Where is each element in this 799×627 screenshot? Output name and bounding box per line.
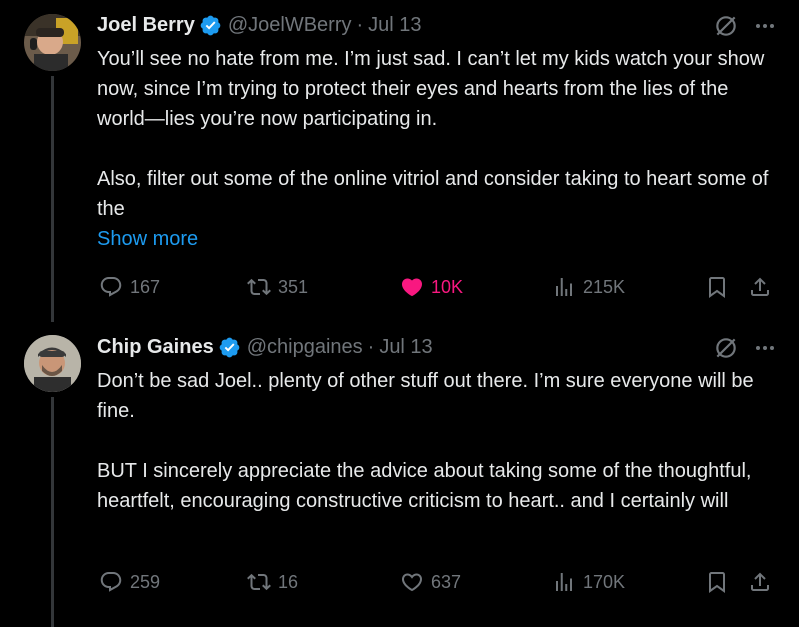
author-handle[interactable]: @chipgaines (247, 336, 363, 359)
tweet-corner-actions (713, 335, 777, 361)
verified-badge-icon (199, 14, 222, 37)
like-count: 10K (431, 276, 464, 297)
heart-icon (401, 573, 423, 592)
thread-line (51, 397, 54, 627)
more-icon[interactable] (753, 14, 777, 38)
share-icon (751, 277, 769, 296)
retweet-icon (247, 573, 271, 591)
tweet-text: Don’t be sad Joel.. plenty of other stuf… (97, 366, 777, 516)
show-more-link[interactable]: Show more (97, 224, 777, 254)
like-count: 637 (431, 571, 462, 592)
views-count: 215K (583, 276, 626, 297)
tweet-text: You’ll see no hate from me. I’m just sad… (97, 44, 777, 254)
avatar-joel-berry[interactable] (24, 14, 81, 71)
verified-badge-icon (218, 336, 241, 359)
views-icon (556, 573, 572, 591)
grok-icon[interactable] (713, 335, 739, 361)
heart-icon (401, 278, 423, 297)
reply-button[interactable]: 167 (99, 272, 160, 302)
reply-count: 167 (130, 276, 161, 297)
bookmark-button[interactable] (705, 567, 729, 597)
tweet-header: Joel Berry @JoelWBerry · Jul 13 (97, 12, 422, 38)
retweet-button[interactable]: 16 (247, 567, 298, 597)
tweet-joel-berry[interactable]: Joel Berry @JoelWBerry · Jul 13 You’ll s… (0, 0, 799, 322)
retweet-icon (247, 278, 271, 296)
thread-line (51, 76, 54, 322)
reply-count: 259 (130, 571, 161, 592)
bookmark-button[interactable] (705, 272, 729, 302)
tweet-paragraph: You’ll see no hate from me. I’m just sad… (97, 48, 765, 130)
reply-button[interactable]: 259 (99, 567, 160, 597)
tweet-actions: 259 16 637 170K (97, 567, 777, 597)
share-icon (751, 572, 769, 591)
author-name[interactable]: Joel Berry (97, 14, 195, 37)
tweet-date[interactable]: Jul 13 (379, 336, 432, 359)
avatar-chip-gaines[interactable] (24, 335, 81, 392)
separator-dot: · (367, 335, 375, 358)
tweet-paragraph: Also, filter out some of the online vitr… (97, 168, 769, 220)
reply-icon (100, 572, 122, 592)
bookmark-icon (709, 572, 725, 593)
bookmark-icon (709, 277, 725, 298)
views-button[interactable]: 170K (552, 567, 625, 597)
tweet-paragraph: Don’t be sad Joel.. plenty of other stuf… (97, 370, 754, 422)
tweet-corner-actions (713, 13, 777, 39)
retweet-count: 351 (278, 276, 309, 297)
share-button[interactable] (748, 272, 772, 302)
retweet-button[interactable]: 351 (247, 272, 308, 302)
tweet-date[interactable]: Jul 13 (368, 14, 421, 37)
views-button[interactable]: 215K (552, 272, 625, 302)
retweet-count: 16 (278, 571, 299, 592)
tweet-chip-gaines[interactable]: Chip Gaines @chipgaines · Jul 13 Don’t b… (0, 322, 799, 627)
views-count: 170K (583, 571, 626, 592)
like-button[interactable]: 637 (400, 567, 461, 597)
author-name[interactable]: Chip Gaines (97, 336, 214, 359)
views-icon (556, 278, 572, 296)
tweet-actions: 167 351 10K 215K (97, 272, 777, 302)
author-handle[interactable]: @JoelWBerry (228, 14, 352, 37)
more-icon[interactable] (753, 336, 777, 360)
tweet-header: Chip Gaines @chipgaines · Jul 13 (97, 334, 433, 360)
reply-icon (100, 277, 122, 297)
like-button[interactable]: 10K (400, 272, 463, 302)
tweet-paragraph: BUT I sincerely appreciate the advice ab… (97, 460, 752, 512)
grok-icon[interactable] (713, 13, 739, 39)
share-button[interactable] (748, 567, 772, 597)
separator-dot: · (356, 13, 364, 36)
